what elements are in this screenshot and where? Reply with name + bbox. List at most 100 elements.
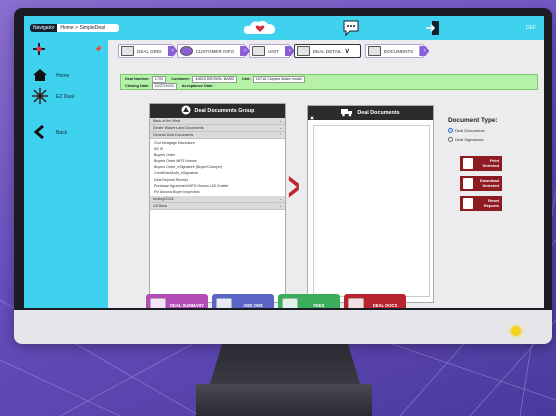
button-label: Download Selected bbox=[479, 177, 499, 188]
deal-summary-icon bbox=[150, 297, 166, 308]
radio-button[interactable] bbox=[448, 128, 453, 133]
tab-label: DEAL DETAIL bbox=[312, 48, 342, 54]
closing-date-value: 10/27/2023 bbox=[151, 83, 177, 90]
tab-documents[interactable]: DOCUMENTS › bbox=[364, 44, 430, 58]
tab-customer-info[interactable]: CUSTOMER INFO › bbox=[176, 44, 251, 58]
exit-icon[interactable] bbox=[424, 19, 442, 42]
tab-label: UNIT bbox=[268, 48, 279, 54]
navigator-label[interactable]: Navigator bbox=[30, 24, 58, 32]
grid-icon bbox=[121, 46, 134, 56]
button-label: Reset Reports bbox=[483, 197, 499, 208]
app-logo-icon bbox=[32, 42, 46, 61]
deal-documents-title: Deal Documents bbox=[357, 110, 400, 116]
cloud-heart-icon[interactable] bbox=[242, 19, 278, 42]
radio-deal-documents[interactable]: Deal Documents bbox=[448, 128, 485, 133]
app-screen: Navigator Home > SimpleDeal DEF 📌 Home E… bbox=[24, 16, 544, 308]
group-label: testing22426 bbox=[153, 196, 174, 201]
button-label: FEES bbox=[313, 302, 325, 308]
group-label: General Deal Documents bbox=[153, 133, 194, 137]
select-all-checkbox[interactable] bbox=[310, 116, 314, 120]
closing-date-label: Closing Date: bbox=[125, 84, 150, 88]
button-label: ADD ONS bbox=[243, 302, 263, 308]
sidebar: 📌 Home EZ Deal Back bbox=[24, 40, 108, 308]
download-icon bbox=[463, 178, 473, 189]
tab-label: DOCUMENTS bbox=[383, 48, 414, 54]
group-label: Bank of the West bbox=[153, 119, 181, 123]
deal-number-label: Deal Number: bbox=[125, 77, 150, 81]
group-row[interactable]: testing22426 ⌄ bbox=[150, 195, 285, 203]
document-type-title: Document Type: bbox=[448, 117, 498, 124]
button-label: DEAL SUMMARY bbox=[170, 302, 204, 308]
step-tabs: DEAL GRID › CUSTOMER INFO › UNIT › DEAL … bbox=[118, 44, 430, 58]
chevron-down-icon: ⌄ bbox=[278, 203, 282, 208]
sidebar-item-label: EZ Deal bbox=[56, 94, 75, 100]
deal-info-bar: Deal Number: 1709 Customer: 49603 BROWN,… bbox=[120, 74, 538, 90]
chevron-right-icon: › bbox=[419, 46, 430, 56]
breadcrumb[interactable]: Home > SimpleDeal bbox=[57, 24, 120, 32]
user-label[interactable]: DEF bbox=[526, 25, 536, 31]
documents-group-panel: Deal Documents Group Bank of the West ⌄ … bbox=[149, 103, 286, 303]
customer-icon bbox=[179, 46, 193, 56]
tab-deal-detail[interactable]: DEAL DETAIL ∨ bbox=[293, 44, 361, 58]
customer-value: 49603 BROWN, BARB bbox=[192, 76, 237, 83]
main-content: DEAL GRID › CUSTOMER INFO › UNIT › DEAL … bbox=[108, 40, 544, 308]
reset-icon bbox=[463, 198, 473, 209]
button-label: Print Selected bbox=[482, 157, 499, 168]
chevron-up-icon: ⌃ bbox=[278, 133, 282, 137]
chevron-down-icon: ⌄ bbox=[278, 196, 282, 201]
monitor-neck bbox=[210, 344, 360, 384]
documents-group-title: Deal Documents Group bbox=[194, 108, 255, 114]
tab-deal-grid[interactable]: DEAL GRID › bbox=[118, 44, 178, 58]
chevron-down-icon: ⌄ bbox=[278, 126, 282, 130]
group-row[interactable]: Bank of the West ⌄ bbox=[150, 118, 285, 125]
top-bar: Navigator Home > SimpleDeal DEF bbox=[24, 16, 544, 40]
deal-documents-list[interactable] bbox=[313, 125, 430, 297]
group-row[interactable]: Dealer Waivers and Documents ⌄ bbox=[150, 125, 285, 132]
customer-label: Customer: bbox=[171, 77, 191, 81]
chat-icon[interactable] bbox=[342, 19, 360, 42]
monitor-base bbox=[196, 384, 372, 416]
deal-docs-button[interactable]: DEAL DOCS bbox=[344, 294, 406, 308]
home-icon bbox=[32, 68, 48, 84]
button-label: DEAL DOCS bbox=[372, 302, 398, 308]
download-selected-button[interactable]: Download Selected bbox=[460, 176, 502, 191]
sidebar-item-back[interactable]: Back bbox=[32, 124, 67, 142]
deal-detail-icon bbox=[296, 46, 310, 56]
unit-icon bbox=[252, 46, 266, 56]
deal-documents-panel: Deal Documents bbox=[307, 105, 434, 303]
group-label: US Bank bbox=[153, 203, 168, 208]
ez-deal-icon bbox=[32, 88, 48, 106]
chevron-down-icon: ⌄ bbox=[278, 119, 282, 123]
unit-value: 15716 Clayton Make model bbox=[252, 76, 305, 83]
sidebar-item-home[interactable]: Home bbox=[32, 68, 69, 84]
radio-deal-signatures[interactable]: Deal Signatures bbox=[448, 137, 483, 142]
chevron-down-icon: ∨ bbox=[344, 48, 350, 55]
document-item[interactable]: RV Arizona Buyer Inspection bbox=[150, 189, 285, 195]
deal-summary-button[interactable]: DEAL SUMMARY bbox=[146, 294, 208, 308]
monitor-bezel bbox=[14, 310, 552, 344]
documents-group-icon bbox=[181, 105, 191, 117]
radio-label: Deal Signatures bbox=[455, 137, 484, 142]
sidebar-item-ez-deal[interactable]: EZ Deal bbox=[32, 88, 74, 106]
pin-icon[interactable]: 📌 bbox=[95, 46, 102, 53]
move-right-chevron-icon[interactable]: > bbox=[288, 167, 300, 207]
group-label: Dealer Waivers and Documents bbox=[153, 126, 204, 130]
group-row-expanded[interactable]: General Deal Documents ⌃ bbox=[150, 132, 285, 139]
reset-reports-button[interactable]: Reset Reports bbox=[460, 196, 502, 211]
documents-icon bbox=[367, 46, 381, 56]
deal-documents-header: Deal Documents bbox=[308, 106, 433, 120]
documents-group-header: Deal Documents Group bbox=[150, 104, 285, 118]
print-selected-button[interactable]: Print Selected bbox=[460, 156, 502, 171]
radio-button[interactable] bbox=[448, 137, 453, 142]
deal-docs-icon bbox=[348, 297, 364, 308]
print-icon bbox=[463, 158, 473, 169]
unit-label: Unit: bbox=[242, 77, 251, 81]
fees-icon bbox=[282, 297, 298, 308]
tab-unit[interactable]: UNIT › bbox=[249, 44, 295, 58]
sidebar-item-label: Back bbox=[56, 130, 68, 136]
fees-button[interactable]: FEES bbox=[278, 294, 340, 308]
add-ons-icon bbox=[216, 297, 232, 308]
add-ons-button[interactable]: ADD ONS bbox=[212, 294, 274, 308]
power-led bbox=[511, 326, 521, 336]
group-row[interactable]: US Bank ⌄ bbox=[150, 202, 285, 210]
